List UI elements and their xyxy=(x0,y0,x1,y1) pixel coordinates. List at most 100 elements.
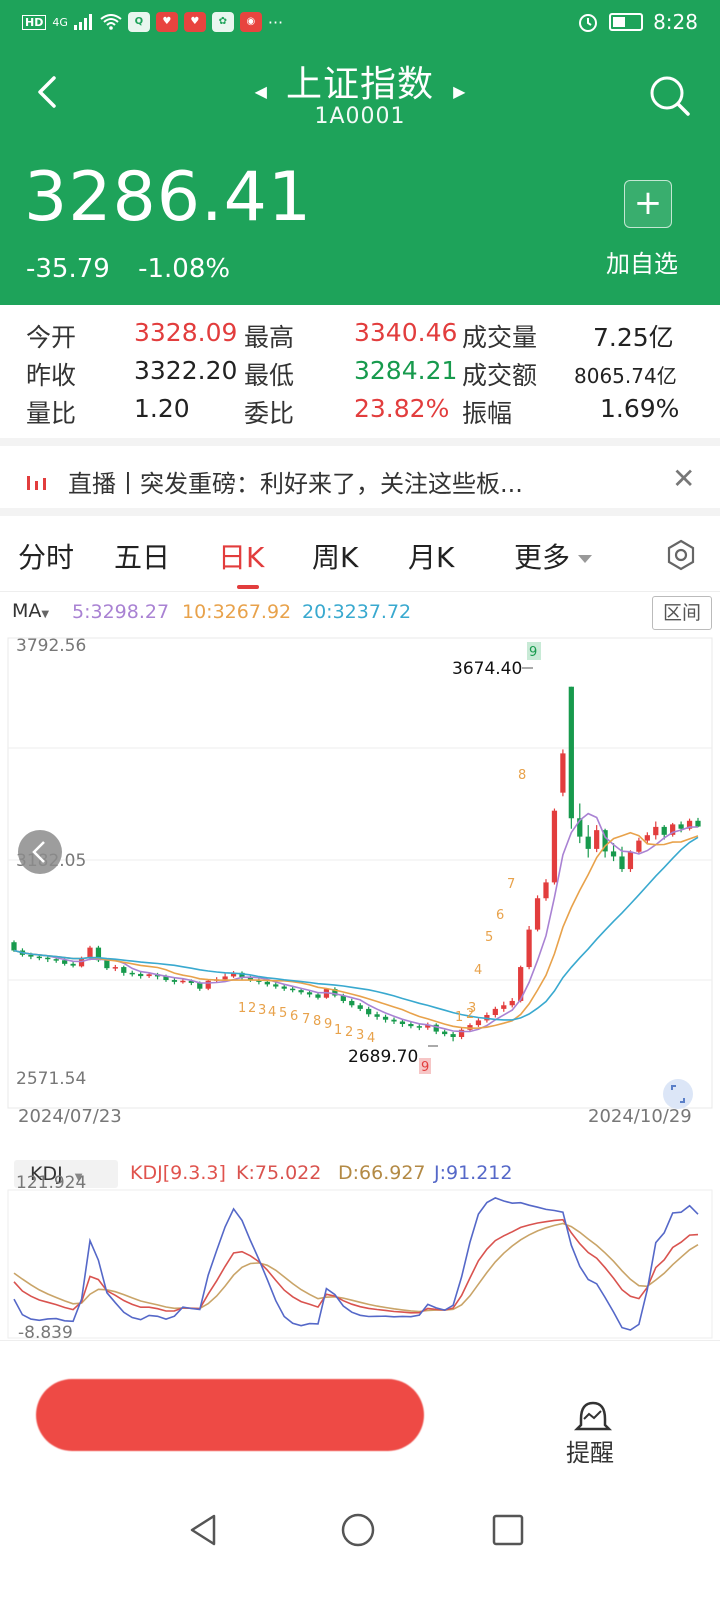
candle xyxy=(138,972,144,979)
candle xyxy=(501,1001,507,1012)
candle-body xyxy=(138,973,144,977)
candle-body xyxy=(526,929,532,968)
candle xyxy=(551,808,558,885)
tab-monthly-k[interactable]: 月K xyxy=(408,536,454,576)
candle-body xyxy=(568,686,574,819)
kdj-k-value: K:75.022 xyxy=(236,1162,322,1184)
tab-more-label: 更多 xyxy=(514,541,571,574)
x-axis-start-label: 2024/07/23 xyxy=(18,1106,122,1127)
live-news-banner[interactable]: 直播丨突发重磅：利好来了，关注这些板... ✕ xyxy=(0,460,720,504)
candle-body xyxy=(53,959,59,961)
candle-body xyxy=(644,835,650,841)
candle-body xyxy=(450,1034,456,1037)
candle-body xyxy=(534,898,541,930)
system-navigation-bar xyxy=(0,1490,720,1600)
section-divider-2 xyxy=(0,508,720,516)
ma-selector[interactable]: MA▼ xyxy=(12,600,49,622)
amplitude-label: 振幅 xyxy=(462,399,513,428)
app-notification-icon-3: ◉ xyxy=(239,12,262,32)
svg-text:1: 1 xyxy=(238,1001,246,1016)
system-back-icon[interactable] xyxy=(184,1510,224,1550)
alarm-icon xyxy=(579,14,598,32)
candle xyxy=(526,925,532,970)
kdj-j-value: J:91.212 xyxy=(434,1162,513,1184)
range-button[interactable]: 区间 xyxy=(652,596,712,630)
svg-text:2: 2 xyxy=(345,1025,353,1040)
candle-body xyxy=(695,820,701,827)
network-label: 4G xyxy=(52,15,68,29)
candle xyxy=(349,998,355,1008)
high-label: 最高 xyxy=(244,323,295,352)
scroll-left-button[interactable] xyxy=(18,830,62,874)
tab-weekly-k[interactable]: 周K xyxy=(312,536,358,576)
prev-stock-icon[interactable]: ◀ xyxy=(255,82,267,101)
candle-body xyxy=(70,963,76,966)
add-watchlist-label[interactable]: 加自选 xyxy=(606,244,678,279)
candle xyxy=(670,822,676,837)
candle xyxy=(594,825,600,853)
volume-ratio-value: 1.20 xyxy=(134,394,190,423)
tab-more[interactable]: 更多 xyxy=(514,536,593,576)
next-stock-icon[interactable]: ▶ xyxy=(453,82,465,101)
kdj-indicator-bar: KDJ ▼ KDJ[9.3.3] K:75.022 D:66.927 J:91.2… xyxy=(0,1158,720,1190)
search-icon[interactable] xyxy=(646,72,694,120)
svg-text:5: 5 xyxy=(485,930,493,945)
bottom-action-bar: 提醒 xyxy=(0,1340,720,1490)
ma10-value: 10:3267.92 xyxy=(182,601,292,623)
candle-body xyxy=(551,810,558,883)
remind-label[interactable]: 提醒 xyxy=(566,1433,614,1468)
plus-icon: + xyxy=(633,183,663,223)
svg-text:1: 1 xyxy=(455,1010,463,1025)
candle xyxy=(534,895,541,932)
change-percent: -1.08% xyxy=(138,254,231,284)
stock-header: HD 4G Q ♥ ♥ ✿ ◉ ··· 8:28 ◀ 上证指数 ▶ 1A0001… xyxy=(0,0,720,305)
candle xyxy=(695,817,701,828)
candle xyxy=(425,1022,431,1030)
candle-body xyxy=(180,980,186,983)
system-home-icon[interactable] xyxy=(338,1510,378,1550)
close-icon[interactable]: ✕ xyxy=(672,462,695,495)
candlestick-chart[interactable]: 123456789 1234 9 123 45678 9 3792.56 318… xyxy=(0,634,720,1154)
candle-body xyxy=(205,980,211,989)
system-recents-icon[interactable] xyxy=(490,1512,526,1548)
title-group: ◀ 上证指数 ▶ xyxy=(0,55,720,107)
news-headline[interactable]: 直播丨突发重磅：利好来了，关注这些板... xyxy=(68,464,628,499)
ma20-line xyxy=(13,836,699,1021)
current-price: 3286.41 xyxy=(24,158,313,237)
svg-text:9: 9 xyxy=(324,1017,332,1032)
tab-five-day[interactable]: 五日 xyxy=(114,536,170,576)
open-label: 今开 xyxy=(26,323,77,352)
candle xyxy=(543,879,549,901)
candle xyxy=(382,1014,389,1023)
candle-body xyxy=(290,988,296,991)
svg-text:4: 4 xyxy=(367,1031,375,1046)
candle xyxy=(239,971,245,981)
candle-body xyxy=(264,981,270,985)
high-value: 3340.46 xyxy=(354,318,458,347)
section-divider xyxy=(0,438,720,446)
ma-selector-label: MA xyxy=(12,600,42,622)
add-watchlist-button[interactable]: + xyxy=(624,180,672,228)
candle xyxy=(568,686,574,829)
kdj-chart[interactable]: 121.924 -8.839 xyxy=(0,1173,720,1343)
svg-text:3: 3 xyxy=(468,1001,476,1016)
status-time: 8:28 xyxy=(653,10,698,34)
candle-body xyxy=(492,1008,498,1016)
tab-daily-k[interactable]: 日K xyxy=(218,536,264,576)
candle-body xyxy=(585,836,591,849)
volume-value: 7.25亿 xyxy=(593,323,674,352)
hd-badge: HD xyxy=(22,14,47,30)
fullscreen-icon[interactable] xyxy=(663,1079,693,1109)
tab-timeshare[interactable]: 分时 xyxy=(18,536,74,576)
amount-label: 成交额 xyxy=(462,361,538,390)
svg-text:6: 6 xyxy=(290,1009,298,1024)
settings-hexagon-icon[interactable] xyxy=(664,538,698,572)
y-axis-bottom-label: 2571.54 xyxy=(16,1069,86,1089)
candle-body xyxy=(543,882,549,899)
qq-app-icon: Q xyxy=(127,12,150,32)
amplitude-value: 1.69% xyxy=(600,394,680,423)
prev-close-value: 3322.20 xyxy=(134,356,238,385)
trade-button[interactable] xyxy=(36,1379,424,1451)
candle xyxy=(627,850,634,872)
chart-period-tabs: 分时 五日 日K 周K 月K 更多 xyxy=(0,530,720,592)
